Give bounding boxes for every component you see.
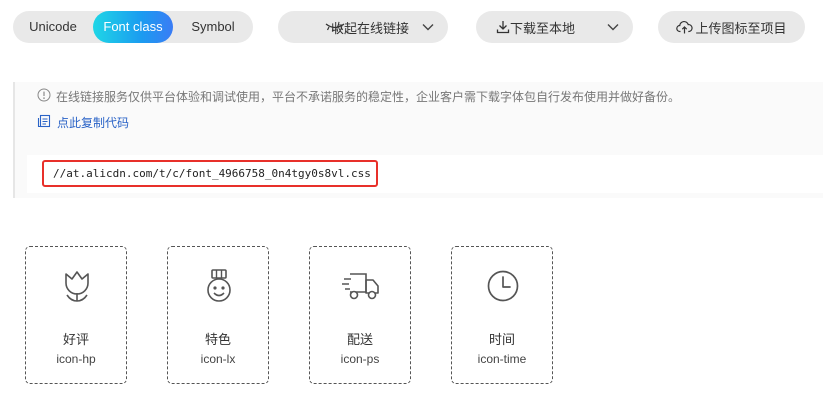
icon-card-name: 时间 — [488, 332, 515, 347]
icon-card-class: icon-lx — [200, 352, 236, 366]
medal-icon — [199, 266, 239, 306]
tulip-icon — [57, 266, 97, 306]
tab-unicode[interactable]: Unicode — [13, 11, 93, 43]
chevron-down-icon — [422, 22, 434, 32]
download-local-label: 下载至本地 — [509, 20, 575, 36]
chevron-down-icon — [607, 22, 619, 32]
service-notice-text: 在线链接服务仅供平台体验和调试使用，平台不承诺服务的稳定性，企业客户需下载字体包… — [56, 90, 681, 104]
icon-card-hp[interactable]: 好评 icon-hp — [25, 246, 127, 384]
cloud-upload-icon — [676, 20, 694, 34]
upload-to-project-button[interactable]: 上传图标至项目 — [658, 11, 805, 43]
collapse-online-link-button[interactable]: 收起在线链接 — [278, 11, 448, 43]
icon-card-time[interactable]: 时间 icon-time — [451, 246, 553, 384]
icon-card-name: 好评 — [62, 332, 89, 347]
eye-closed-icon — [324, 21, 346, 33]
icon-card-class: icon-ps — [340, 352, 380, 366]
upload-to-project-label: 上传图标至项目 — [695, 20, 787, 36]
tab-font-class[interactable]: Font class — [93, 11, 173, 43]
copy-code-link[interactable]: 点此复制代码 — [37, 114, 129, 131]
info-circle-icon — [37, 88, 51, 105]
icon-card-lx[interactable]: 特色 icon-lx — [167, 246, 269, 384]
icon-card-ps[interactable]: 配送 icon-ps — [309, 246, 411, 384]
copy-code-label: 点此复制代码 — [57, 116, 130, 130]
icon-project-page: Unicode Font class Symbol 收起在线链接 下载至本地 上… — [0, 0, 823, 420]
icon-card-class: icon-time — [477, 352, 527, 366]
css-link-code[interactable]: //at.alicdn.com/t/c/font_4966758_0n4tgy0… — [42, 160, 378, 187]
format-tab-group: Unicode Font class Symbol — [13, 11, 253, 43]
service-notice: 在线链接服务仅供平台体验和调试使用，平台不承诺服务的稳定性，企业客户需下载字体包… — [37, 88, 680, 105]
icon-card-name: 配送 — [346, 332, 373, 347]
delivery-truck-icon — [341, 266, 381, 306]
icon-card-name: 特色 — [204, 332, 231, 347]
tab-symbol[interactable]: Symbol — [173, 11, 253, 43]
clock-icon — [483, 266, 523, 306]
download-local-button[interactable]: 下载至本地 — [476, 11, 633, 43]
copy-document-icon — [37, 114, 51, 131]
icon-card-class: icon-hp — [56, 352, 96, 366]
download-icon — [496, 20, 510, 34]
online-link-panel: 在线链接服务仅供平台体验和调试使用，平台不承诺服务的稳定性，企业客户需下载字体包… — [13, 82, 823, 198]
